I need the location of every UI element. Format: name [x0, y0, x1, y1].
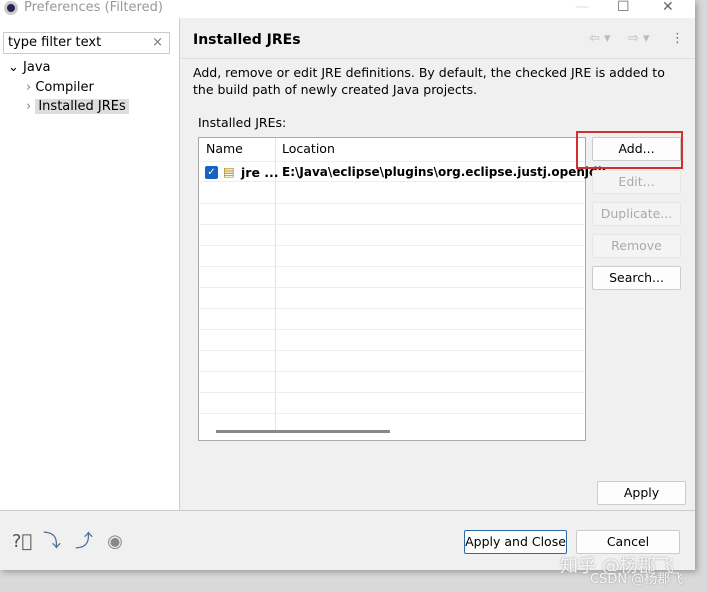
filter-input[interactable]: type filter text × — [3, 32, 170, 54]
record-icon[interactable]: ◉ — [104, 531, 126, 553]
duplicate-button[interactable]: Duplicate... — [592, 202, 681, 226]
jre-checkbox[interactable]: ✓ — [205, 166, 218, 179]
jre-name: jre ... — [241, 165, 279, 180]
import-icon[interactable]: ⤵ — [41, 531, 63, 553]
highlight-box — [576, 131, 683, 169]
remove-button[interactable]: Remove — [592, 234, 681, 258]
jre-table[interactable]: Name Location ✓ ▤ jre ... E:\Java\eclips… — [198, 137, 610, 441]
eclipse-icon — [4, 1, 18, 15]
apply-and-close-button[interactable]: Apply and Close — [464, 530, 567, 554]
edit-button[interactable]: Edit... — [592, 170, 681, 194]
cancel-button[interactable]: Cancel — [576, 530, 680, 554]
column-header-location[interactable]: Location — [282, 141, 335, 156]
tree-item-compiler[interactable]: › Compiler — [26, 80, 94, 95]
tree-label: Installed JREs — [35, 99, 129, 114]
jre-location: E:\Java\eclipse\plugins\org.eclipse.just… — [282, 165, 611, 179]
preferences-window: Preferences (Filtered) — ☐ ✕ type filter… — [0, 0, 695, 570]
apply-button[interactable]: Apply — [597, 481, 686, 505]
tree-label: Java — [23, 60, 51, 75]
clear-filter-icon[interactable]: × — [152, 35, 163, 50]
horizontal-scrollbar[interactable] — [216, 430, 390, 433]
maximize-button[interactable]: ☐ — [617, 0, 630, 15]
chevron-right-icon: › — [26, 80, 32, 95]
page-title: Installed JREs — [193, 32, 301, 48]
minimize-button[interactable]: — — [575, 0, 589, 15]
filter-placeholder: type filter text — [8, 35, 102, 50]
page-header: Installed JREs ⇦ ▾ ⇨ ▾ ⋮ — [181, 18, 695, 59]
window-title: Preferences (Filtered) — [24, 0, 163, 15]
preference-tree-pane: type filter text × ⌄ Java › Compiler › In… — [0, 18, 180, 510]
watermark-csdn: CSDN @杨郡飞 — [590, 572, 684, 587]
chevron-down-icon: ⌄ — [8, 60, 19, 75]
tree-item-java[interactable]: ⌄ Java — [8, 60, 51, 75]
tree-label: Compiler — [35, 80, 94, 95]
search-button[interactable]: Search... — [592, 266, 681, 290]
page-pane: Installed JREs ⇦ ▾ ⇨ ▾ ⋮ Add, remove or … — [181, 18, 695, 510]
column-header-name[interactable]: Name — [206, 141, 243, 156]
menu-icon[interactable]: ⋮ — [671, 31, 684, 46]
export-icon[interactable]: ⤴ — [73, 531, 95, 553]
page-description: Add, remove or edit JRE definitions. By … — [193, 65, 665, 97]
table-label: Installed JREs: — [198, 115, 287, 130]
forward-icon[interactable]: ⇨ ▾ — [628, 31, 650, 46]
close-button[interactable]: ✕ — [662, 0, 674, 15]
table-row[interactable]: ✓ ▤ jre ... E:\Java\eclipse\plugins\org.… — [199, 161, 610, 182]
help-icon[interactable]: ?⃝ — [11, 531, 33, 553]
title-bar: Preferences (Filtered) — ☐ ✕ — [0, 0, 695, 18]
back-icon[interactable]: ⇦ ▾ — [589, 31, 611, 46]
tree-item-installed-jres[interactable]: › Installed JREs — [26, 99, 129, 114]
chevron-right-icon: › — [26, 99, 32, 114]
jre-library-icon: ▤ — [223, 164, 235, 179]
